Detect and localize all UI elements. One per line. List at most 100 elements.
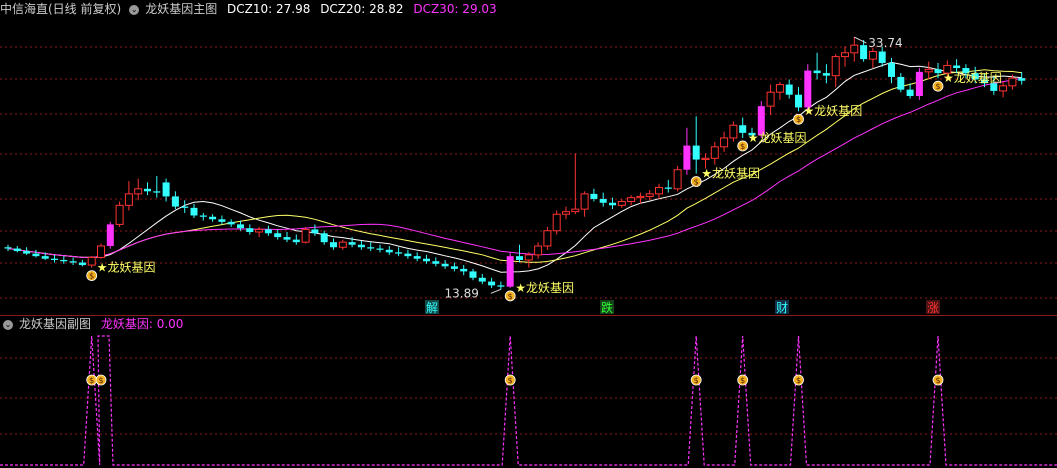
candle-body (1008, 77, 1017, 87)
candle-body (181, 206, 189, 208)
candle-body (450, 266, 458, 269)
candle-body (580, 193, 589, 210)
main-indicator-name[interactable]: 龙妖基因主图 (145, 2, 217, 16)
candle-body (264, 229, 272, 234)
candle-body (97, 245, 105, 258)
candle-body (320, 233, 328, 243)
signal-tag: 财 (776, 301, 788, 315)
candle-body (124, 193, 133, 206)
candle-body (552, 213, 561, 232)
candle-body (144, 188, 151, 192)
signal-label: ★龙妖基因 (701, 167, 760, 181)
money-bag-symbol: $ (796, 376, 801, 385)
money-bag-symbol: $ (89, 376, 94, 385)
candle-body (227, 221, 235, 225)
candle-body (813, 70, 821, 74)
candle-body (701, 157, 710, 161)
money-bag-symbol: $ (98, 376, 103, 385)
signal-tag: 跌 (601, 300, 613, 315)
chevron-circle-icon[interactable]: ⌄ (129, 4, 140, 15)
money-bag-symbol: $ (796, 115, 801, 124)
candle-body (720, 137, 729, 148)
candle-body (915, 71, 923, 96)
candle-body (199, 215, 207, 217)
candle-body (766, 91, 775, 107)
signal-marker: $★龙妖基因 (86, 261, 156, 281)
candle-body (4, 247, 12, 249)
candle-body (367, 247, 375, 249)
candle-body (888, 62, 895, 77)
money-bag-symbol: $ (740, 376, 745, 385)
dcz30-value: DCZ30: 29.03 (413, 2, 497, 16)
candle-body (795, 94, 802, 108)
signal-label: ★龙妖基因 (97, 261, 156, 275)
candle-body (906, 89, 914, 96)
candle-body (330, 242, 337, 248)
money-bag-symbol: $ (935, 376, 940, 385)
candle-body (878, 51, 886, 63)
ma10-line (7, 61, 1022, 273)
candle-body (664, 187, 672, 189)
candle-body (599, 198, 607, 203)
candle-body (543, 230, 552, 247)
candle-body (655, 187, 663, 195)
candle-body (32, 253, 40, 257)
candle-body (292, 239, 300, 243)
candle-body (785, 84, 793, 95)
candle-body (78, 262, 86, 266)
candle-body (423, 258, 430, 262)
candle-body (395, 252, 403, 254)
sub-indicator-line (0, 335, 1057, 466)
candle-body (190, 207, 198, 216)
candle-body (41, 256, 49, 259)
candle-body (274, 233, 282, 238)
candle-body (413, 256, 421, 259)
candle-body (460, 268, 468, 272)
money-bag-symbol: $ (740, 142, 745, 151)
candle-body (488, 281, 496, 286)
candle-body (51, 258, 58, 260)
signal-label: ★龙妖基因 (748, 131, 807, 145)
candle-body (1018, 78, 1026, 81)
candle-body (617, 200, 626, 206)
money-bag-symbol: $ (935, 82, 940, 91)
signal-tag: 涨 (927, 300, 939, 315)
candle-body (627, 197, 636, 202)
candle-body (524, 254, 533, 261)
candle-body (822, 73, 830, 76)
candle-body (729, 124, 738, 139)
candle-body (636, 195, 645, 199)
candle-body (60, 259, 68, 262)
candle-body (162, 182, 170, 197)
low-marker-line (490, 288, 502, 294)
candle-body (804, 70, 812, 108)
candle-body (645, 193, 654, 197)
candle-body (562, 211, 570, 215)
main-candlestick-chart[interactable]: 33.7413.89$★龙妖基因$★龙妖基因$★龙妖基因$★龙妖基因$★龙妖基因… (0, 17, 1057, 315)
candle-body (357, 244, 365, 248)
money-bag-symbol: $ (508, 292, 513, 301)
candle-body (209, 216, 217, 220)
candle-body (283, 237, 291, 240)
signal-tag: 解 (426, 301, 438, 315)
stock-title[interactable]: 中信海直(日线 前复权) (0, 2, 121, 16)
money-bag-symbol: $ (694, 178, 699, 187)
candle-body (404, 253, 412, 257)
candle-body (134, 188, 143, 195)
sub-indicator-chart[interactable]: $ $ $ $ $ $ $ (0, 318, 1057, 468)
high-marker-line (854, 36, 867, 44)
high-price-label: 33.74 (868, 36, 902, 50)
candle-body (739, 125, 747, 133)
candle-body (115, 204, 124, 225)
dcz20-value: DCZ20: 28.82 (320, 2, 404, 16)
candle-body (311, 229, 319, 234)
low-price-label: 13.89 (445, 286, 479, 300)
signal-marker: $★龙妖基因 (737, 131, 807, 152)
candle-body (953, 65, 961, 69)
money-bag-symbol: $ (89, 272, 94, 281)
candle-body (775, 84, 784, 93)
candle-body (934, 69, 942, 74)
candle-body (106, 224, 114, 246)
candle-body (924, 68, 933, 73)
candle-body (534, 245, 543, 256)
